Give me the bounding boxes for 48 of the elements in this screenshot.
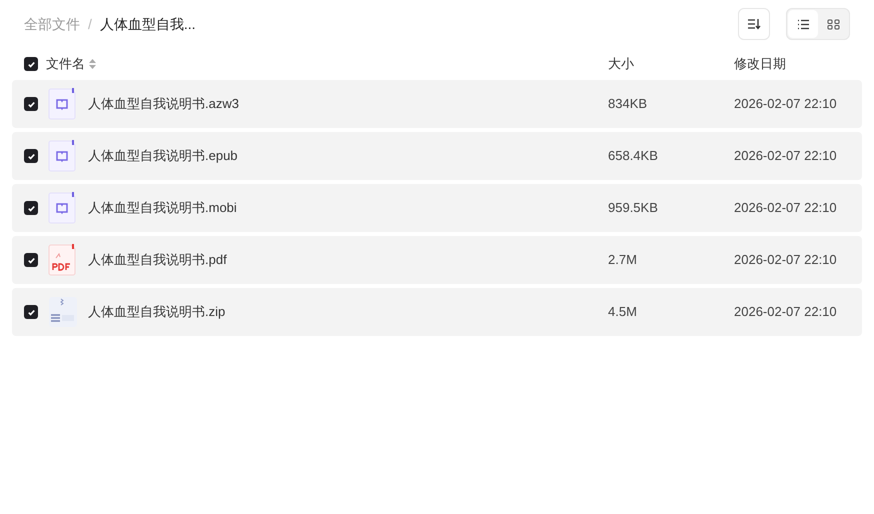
modified-date: 2026-02-07 22:10 xyxy=(734,304,837,320)
ebook-file-icon xyxy=(48,192,76,224)
file-size: 4.5M xyxy=(608,304,637,320)
file-name: 人体血型自我说明书.azw3 xyxy=(88,96,239,112)
file-name: 人体血型自我说明书.zip xyxy=(88,304,226,320)
file-size: 834KB xyxy=(608,96,648,112)
modified-date: 2026-02-07 22:10 xyxy=(734,200,837,216)
sort-arrows-icon xyxy=(89,59,96,69)
row-checkbox[interactable] xyxy=(24,305,38,319)
breadcrumb-separator: / xyxy=(88,14,92,34)
breadcrumb-item: 人体血型自我... xyxy=(100,14,196,34)
file-row[interactable]: 人体血型自我说明书.epub 658.4KB 2026-02-07 22:10 xyxy=(12,132,862,180)
file-name: 人体血型自我说明书.epub xyxy=(88,148,238,164)
grid-icon xyxy=(826,18,840,30)
ebook-file-icon xyxy=(48,88,76,120)
select-all-checkbox[interactable] xyxy=(24,57,38,71)
check-icon xyxy=(26,308,36,316)
file-row[interactable]: 人体血型自我说明书.pdf 2.7M 2026-02-07 22:10 xyxy=(12,236,862,284)
file-size: 959.5KB xyxy=(608,200,658,216)
check-icon xyxy=(26,152,36,160)
modified-date: 2026-02-07 22:10 xyxy=(734,148,837,164)
file-row[interactable]: 人体血型自我说明书.azw3 834KB 2026-02-07 22:10 xyxy=(12,80,862,128)
list-icon xyxy=(796,18,810,30)
check-icon xyxy=(26,100,36,108)
column-header: 大小 xyxy=(608,56,634,72)
file-size: 2.7M xyxy=(608,252,637,268)
sort-icon xyxy=(747,18,761,30)
file-row[interactable]: 人体血型自我说明书.mobi 959.5KB 2026-02-07 22:10 xyxy=(12,184,862,232)
file-name: 人体血型自我说明书.pdf xyxy=(88,252,227,268)
row-checkbox[interactable] xyxy=(24,149,38,163)
column-header: 修改日期 xyxy=(734,56,786,72)
column-header[interactable]: 文件名 xyxy=(46,54,85,74)
modified-date: 2026-02-07 22:10 xyxy=(734,252,837,268)
row-checkbox[interactable] xyxy=(24,97,38,111)
view-mode-button[interactable] xyxy=(788,10,818,38)
check-icon xyxy=(26,256,36,264)
file-name: 人体血型自我说明书.mobi xyxy=(88,200,237,216)
check-icon xyxy=(26,204,36,212)
sort-button[interactable] xyxy=(738,8,770,40)
file-size: 658.4KB xyxy=(608,148,658,164)
check-icon xyxy=(26,60,36,68)
modified-date: 2026-02-07 22:10 xyxy=(734,96,837,112)
file-row[interactable]: 人体血型自我说明书.zip 4.5M 2026-02-07 22:10 xyxy=(12,288,862,336)
row-checkbox[interactable] xyxy=(24,201,38,215)
pdf-file-icon xyxy=(48,244,76,276)
archive-file-icon xyxy=(48,296,78,328)
row-checkbox[interactable] xyxy=(24,253,38,267)
ebook-file-icon xyxy=(48,140,76,172)
